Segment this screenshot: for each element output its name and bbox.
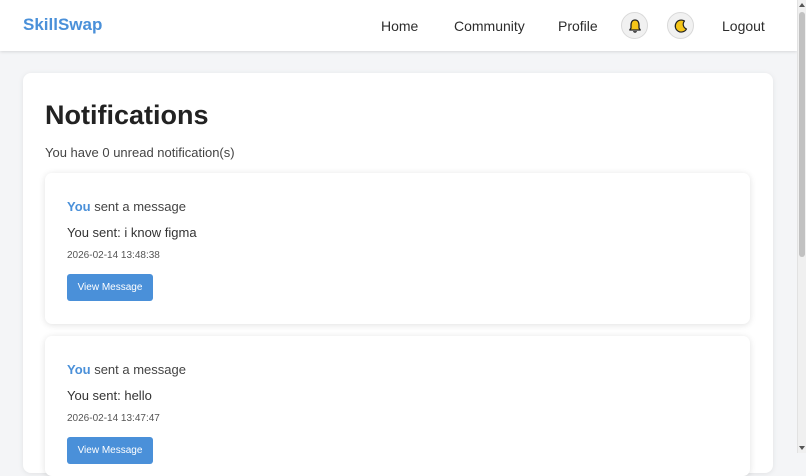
notification-action: sent a message <box>90 362 186 377</box>
bell-icon <box>628 18 641 33</box>
brand-logo[interactable]: SkillSwap <box>23 15 102 35</box>
nav-link-home[interactable]: Home <box>381 18 418 34</box>
view-message-button[interactable]: View Message <box>67 437 153 464</box>
logout-link[interactable]: Logout <box>722 18 765 34</box>
moon-icon <box>674 18 687 33</box>
nav-link-profile[interactable]: Profile <box>558 18 598 34</box>
theme-toggle-button[interactable] <box>667 12 694 39</box>
notification-card: You sent a message You sent: i know figm… <box>45 173 750 324</box>
scrollbar-thumb[interactable] <box>799 12 805 257</box>
notification-message: You sent: hello <box>67 388 152 403</box>
notification-timestamp: 2026-02-14 13:47:47 <box>67 413 160 424</box>
unread-count: You have 0 unread notification(s) <box>45 145 235 160</box>
scroll-down-arrow-icon[interactable] <box>799 446 805 450</box>
notification-heading: You sent a message <box>67 199 186 214</box>
view-message-button[interactable]: View Message <box>67 274 153 301</box>
scroll-up-arrow-icon[interactable] <box>799 3 805 7</box>
notification-actor[interactable]: You <box>67 362 91 377</box>
notification-message: You sent: i know figma <box>67 225 197 240</box>
notifications-button[interactable] <box>621 12 648 39</box>
top-navbar: SkillSwap Home Community Profile Logout <box>0 0 797 51</box>
notification-timestamp: 2026-02-14 13:48:38 <box>67 250 160 261</box>
notification-heading: You sent a message <box>67 362 186 377</box>
notification-actor[interactable]: You <box>67 199 91 214</box>
notification-card: You sent a message You sent: hello 2026-… <box>45 336 750 476</box>
page-title: Notifications <box>45 100 209 130</box>
notification-action: sent a message <box>90 199 186 214</box>
page-scrollbar[interactable] <box>797 0 806 453</box>
nav-link-community[interactable]: Community <box>454 18 525 34</box>
